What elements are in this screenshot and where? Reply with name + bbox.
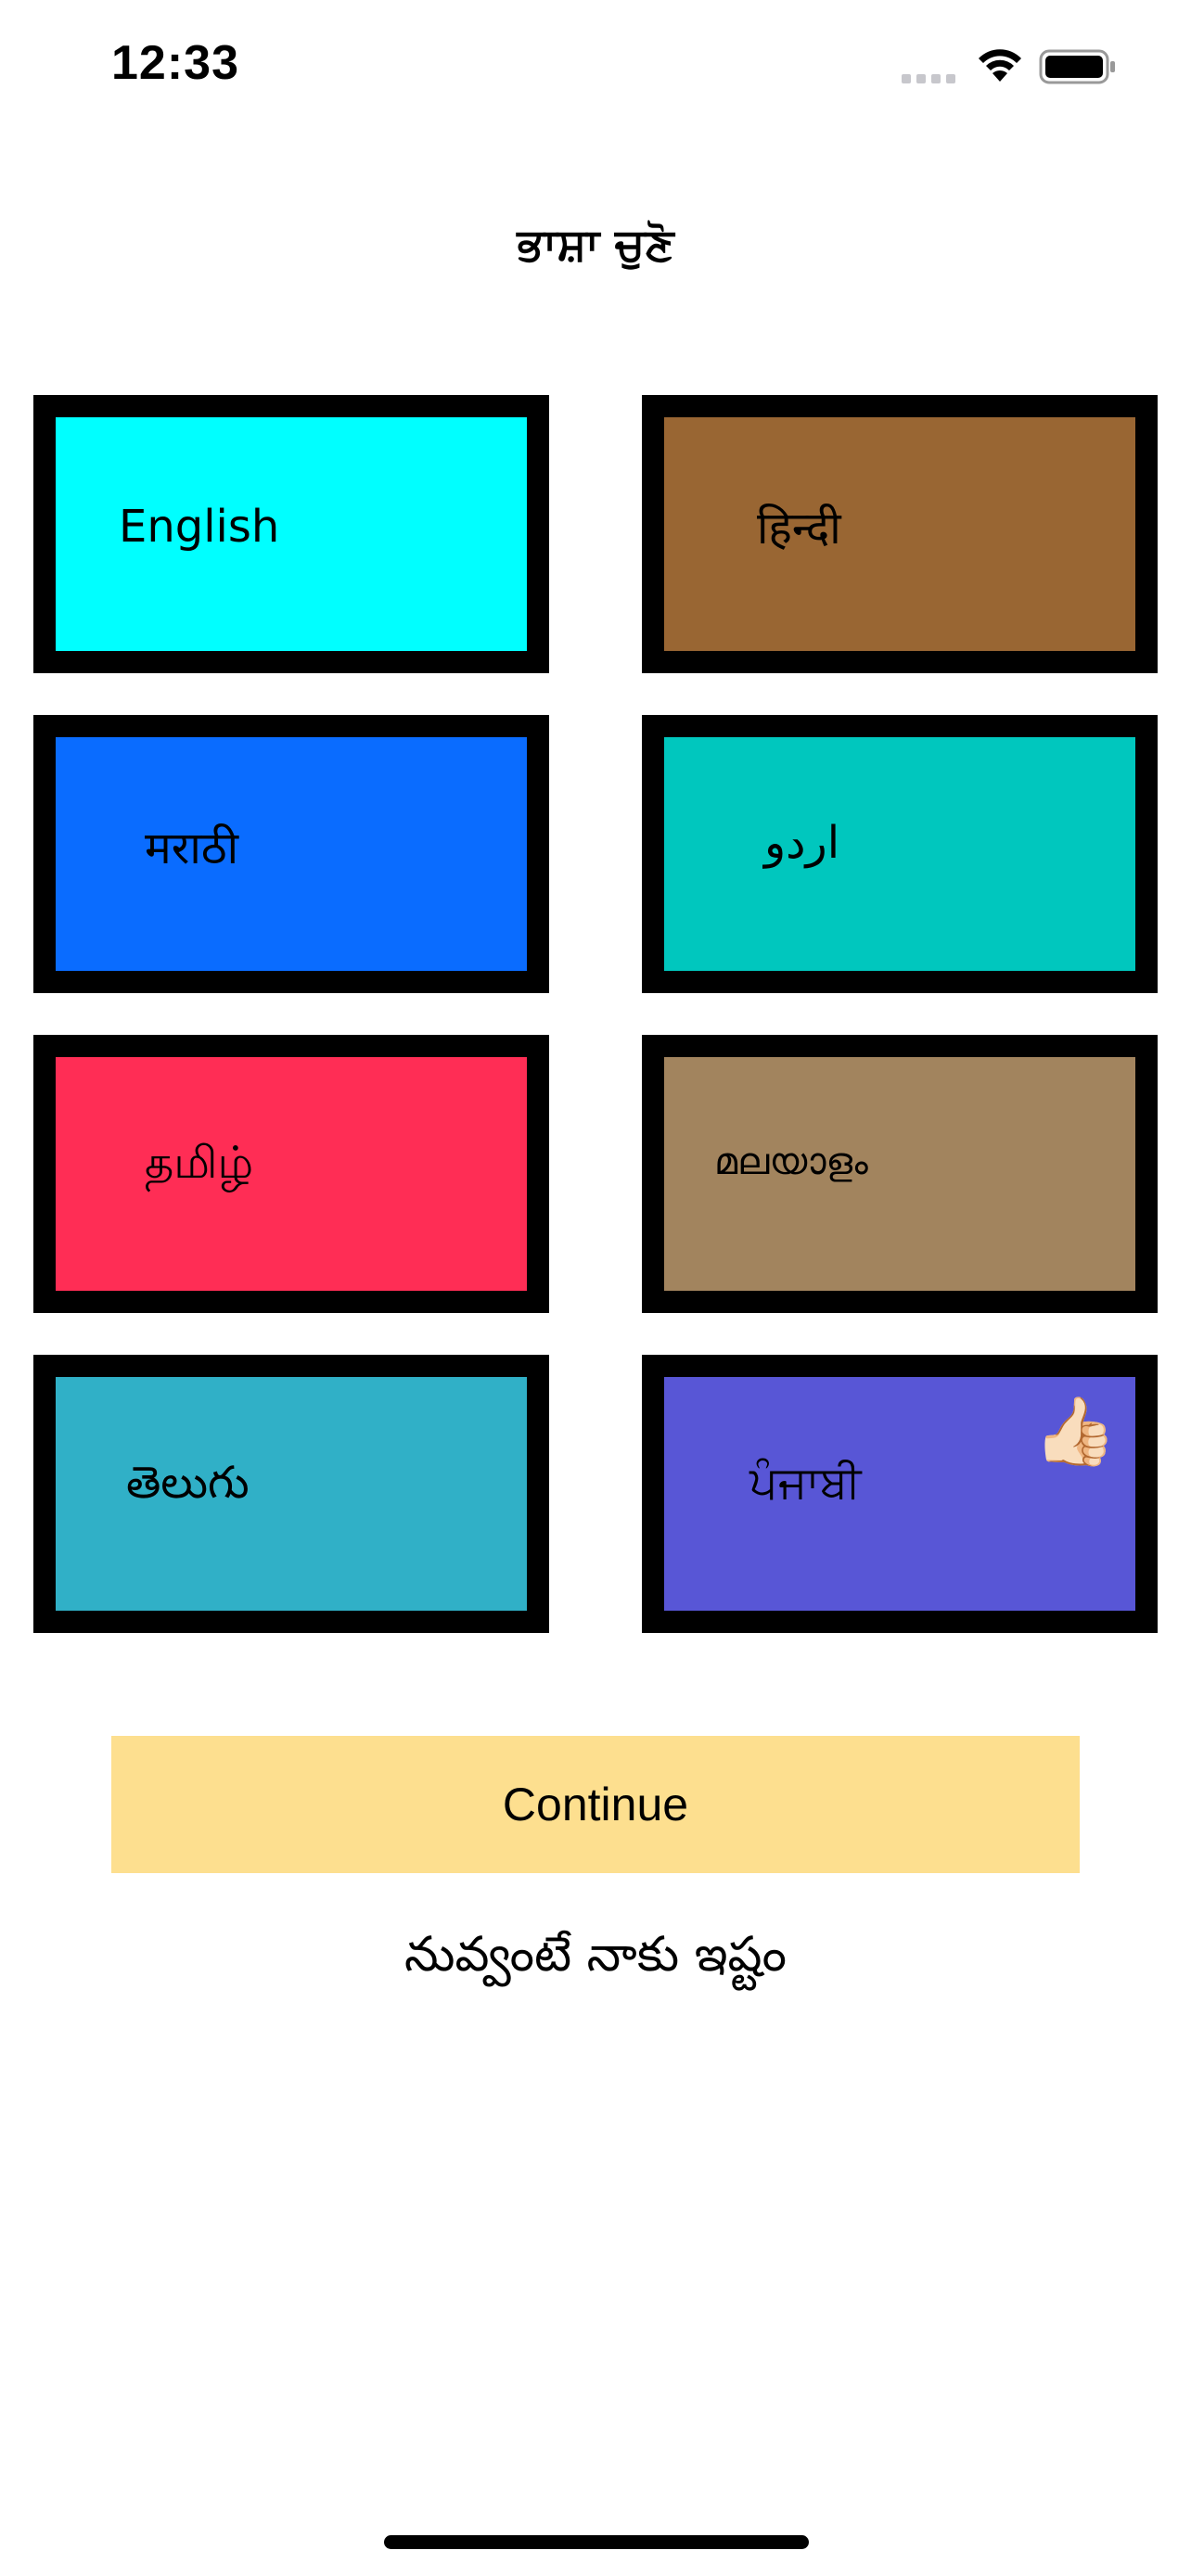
language-label: తెలుగు <box>126 1457 250 1509</box>
language-label: हिन्दी <box>757 503 841 555</box>
status-time: 12:33 <box>111 36 239 90</box>
thumbs-up-icon: 👍🏻 <box>1033 1392 1117 1470</box>
language-tile-marathi[interactable]: मराठी <box>33 715 549 993</box>
language-tile-tamil[interactable]: தமிழ் <box>33 1035 549 1313</box>
cellular-signal-icon <box>902 74 955 83</box>
language-tile-urdu[interactable]: اردو <box>642 715 1158 993</box>
language-tile-malayalam[interactable]: മലയാളം <box>642 1035 1158 1313</box>
language-label: മലയാളം <box>714 1141 868 1183</box>
wifi-icon <box>979 49 1021 82</box>
language-label: ਪੰਜਾਬੀ <box>749 1457 862 1509</box>
language-tile-telugu[interactable]: తెలుగు <box>33 1355 549 1633</box>
battery-icon <box>1039 49 1115 84</box>
continue-button[interactable]: Continue <box>111 1736 1080 1873</box>
language-label: தமிழ் <box>145 1137 254 1189</box>
language-label: मराठी <box>145 823 239 874</box>
language-tile-punjabi[interactable]: ਪੰਜਾਬੀ 👍🏻 <box>642 1355 1158 1633</box>
language-label: اردو <box>764 817 840 869</box>
language-tile-hindi[interactable]: हिन्दी <box>642 395 1158 673</box>
home-indicator[interactable] <box>384 2535 809 2549</box>
status-bar: 12:33 <box>0 0 1191 139</box>
footer-text: నువ్వంటే నాకు ఇష్టం <box>404 1927 787 1983</box>
page-title: ਭਾਸ਼ਾ ਚੁਣੋ <box>517 219 674 271</box>
language-label: English <box>119 501 280 553</box>
language-tile-english[interactable]: English <box>33 395 549 673</box>
